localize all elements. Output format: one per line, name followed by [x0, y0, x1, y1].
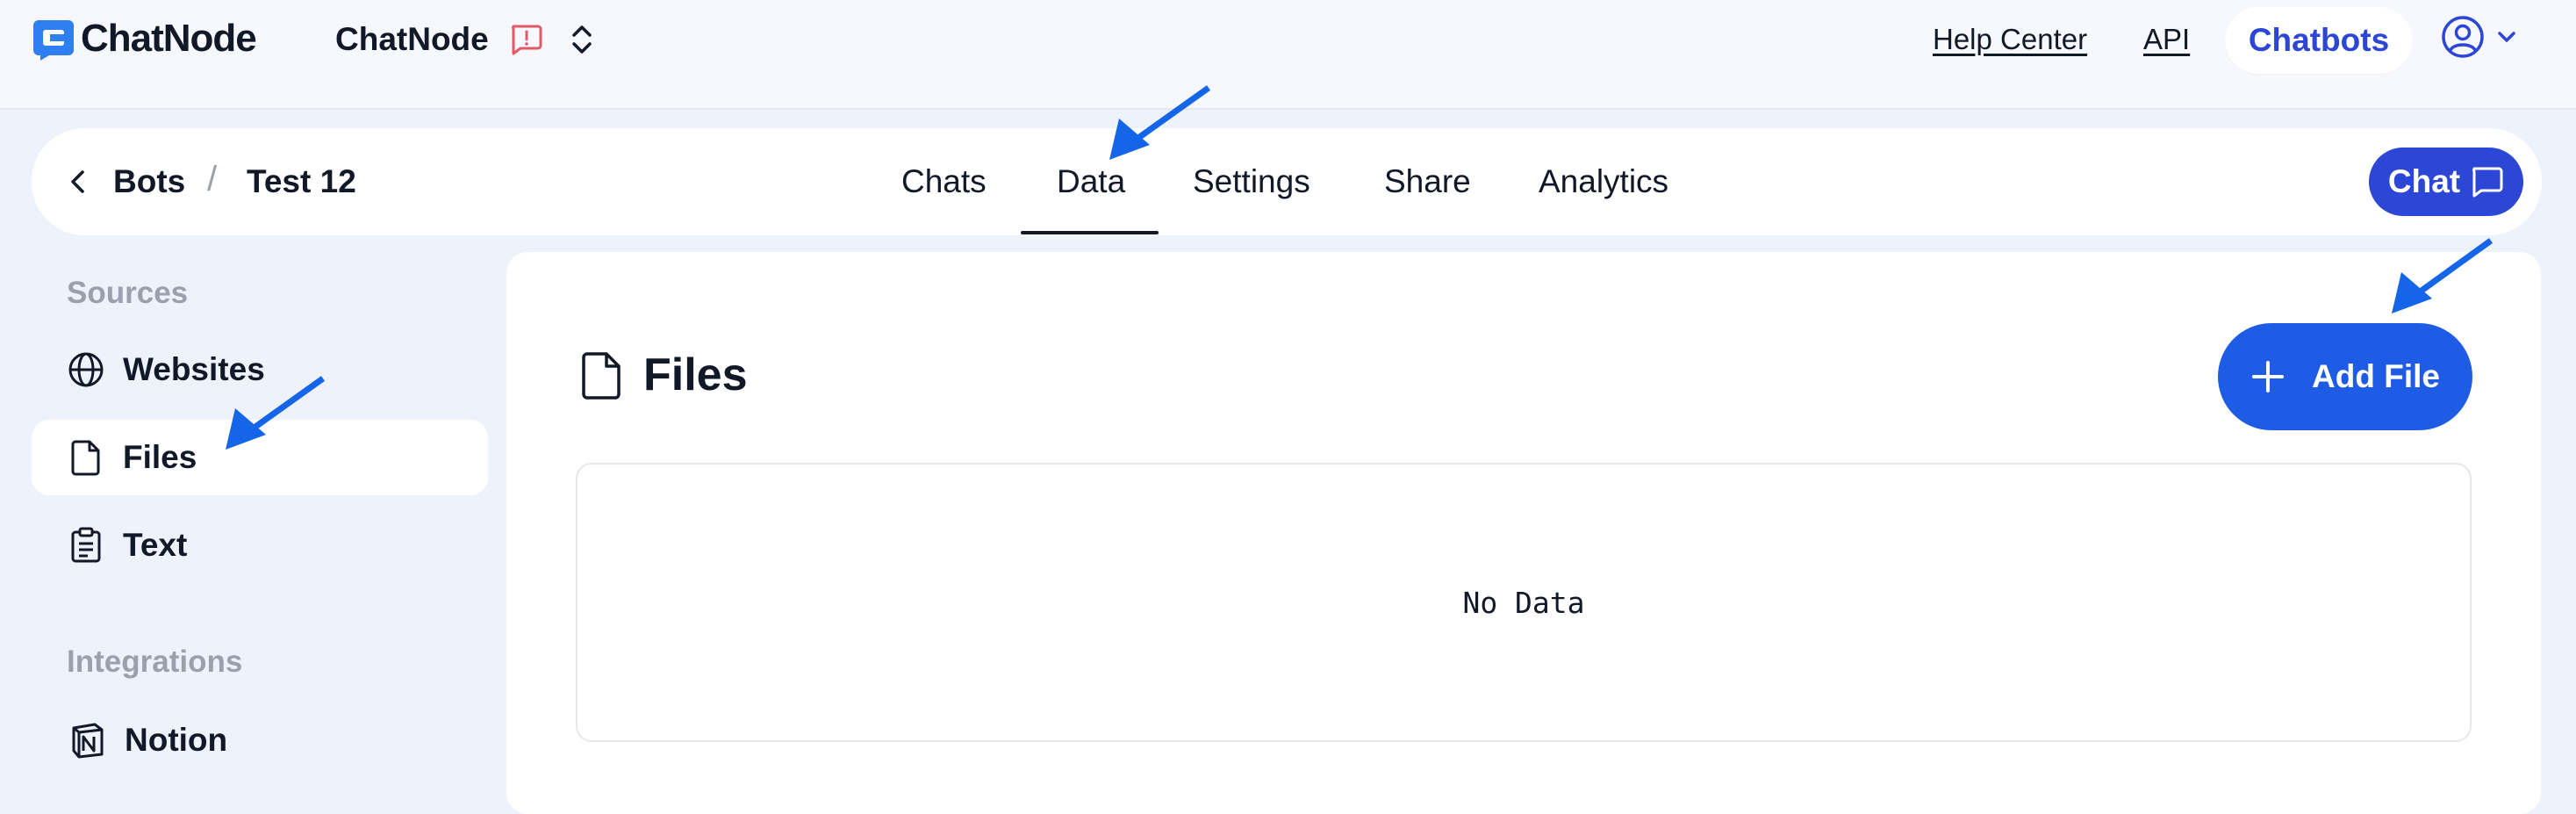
- user-menu[interactable]: [2440, 14, 2519, 60]
- workspace-switcher[interactable]: ChatNode: [335, 18, 598, 61]
- api-link[interactable]: API: [2143, 23, 2190, 56]
- add-file-label: Add File: [2312, 358, 2440, 394]
- tab-data[interactable]: Data: [1057, 163, 1125, 200]
- globe-icon: [68, 352, 104, 387]
- files-header: Files: [578, 349, 748, 401]
- integrations-heading: Integrations: [67, 645, 243, 679]
- plus-icon: [2252, 361, 2285, 393]
- clipboard-icon: [71, 527, 101, 563]
- chevron-down-icon: [2498, 32, 2515, 42]
- tab-chats[interactable]: Chats: [901, 163, 987, 200]
- notion-icon: [72, 723, 104, 759]
- sources-heading: Sources: [67, 276, 189, 310]
- sidebar-item-notion[interactable]: Notion: [68, 702, 490, 778]
- sidebar-item-websites[interactable]: Websites: [67, 332, 488, 407]
- sidebar-item-label: Files: [123, 439, 197, 475]
- chat-button-label: Chat: [2387, 163, 2461, 199]
- chevron-left-icon[interactable]: [65, 167, 91, 197]
- sidebar-item-label: Websites: [123, 351, 265, 387]
- file-icon: [582, 352, 621, 400]
- sidebar-item-text[interactable]: Text: [67, 508, 488, 583]
- logo-text: ChatNode: [81, 17, 257, 60]
- files-list-empty-state: No Data: [576, 463, 2472, 742]
- message-alert-icon: [511, 25, 542, 55]
- bot-navigation-bar: Bots / Test 12 Chats Data Settings Share…: [32, 128, 2542, 235]
- breadcrumb-current: Test 12: [247, 163, 356, 199]
- top-bar: ChatNode ChatNode Help Center API Chatbo…: [0, 0, 2576, 110]
- logo[interactable]: ChatNode: [32, 14, 257, 63]
- sidebar-item-label: Notion: [125, 722, 228, 758]
- tab-settings[interactable]: Settings: [1193, 163, 1310, 200]
- tab-share[interactable]: Share: [1384, 163, 1471, 200]
- files-panel: Files Add File No Data: [506, 252, 2541, 814]
- tab-analytics[interactable]: Analytics: [1539, 163, 1668, 200]
- file-icon: [71, 440, 100, 476]
- help-center-link[interactable]: Help Center: [1933, 23, 2087, 56]
- add-file-button[interactable]: Add File: [2218, 323, 2472, 430]
- chatbots-button[interactable]: Chatbots: [2225, 7, 2413, 74]
- active-tab-indicator: [1021, 231, 1159, 234]
- sidebar-item-files[interactable]: Files: [32, 420, 488, 495]
- chevron-up-down-icon: [571, 25, 592, 54]
- breadcrumb-separator: /: [207, 160, 218, 198]
- page-title: Files: [643, 349, 748, 400]
- chatnode-logo-icon: [33, 20, 74, 61]
- breadcrumb-bots[interactable]: Bots: [113, 163, 185, 200]
- workspace-name: ChatNode: [335, 21, 489, 57]
- sidebar-item-label: Text: [123, 527, 188, 563]
- user-circle-icon: [2442, 16, 2484, 58]
- chat-button[interactable]: Chat: [2369, 148, 2523, 216]
- empty-state-text: No Data: [1462, 585, 1585, 620]
- message-icon: [2472, 167, 2503, 198]
